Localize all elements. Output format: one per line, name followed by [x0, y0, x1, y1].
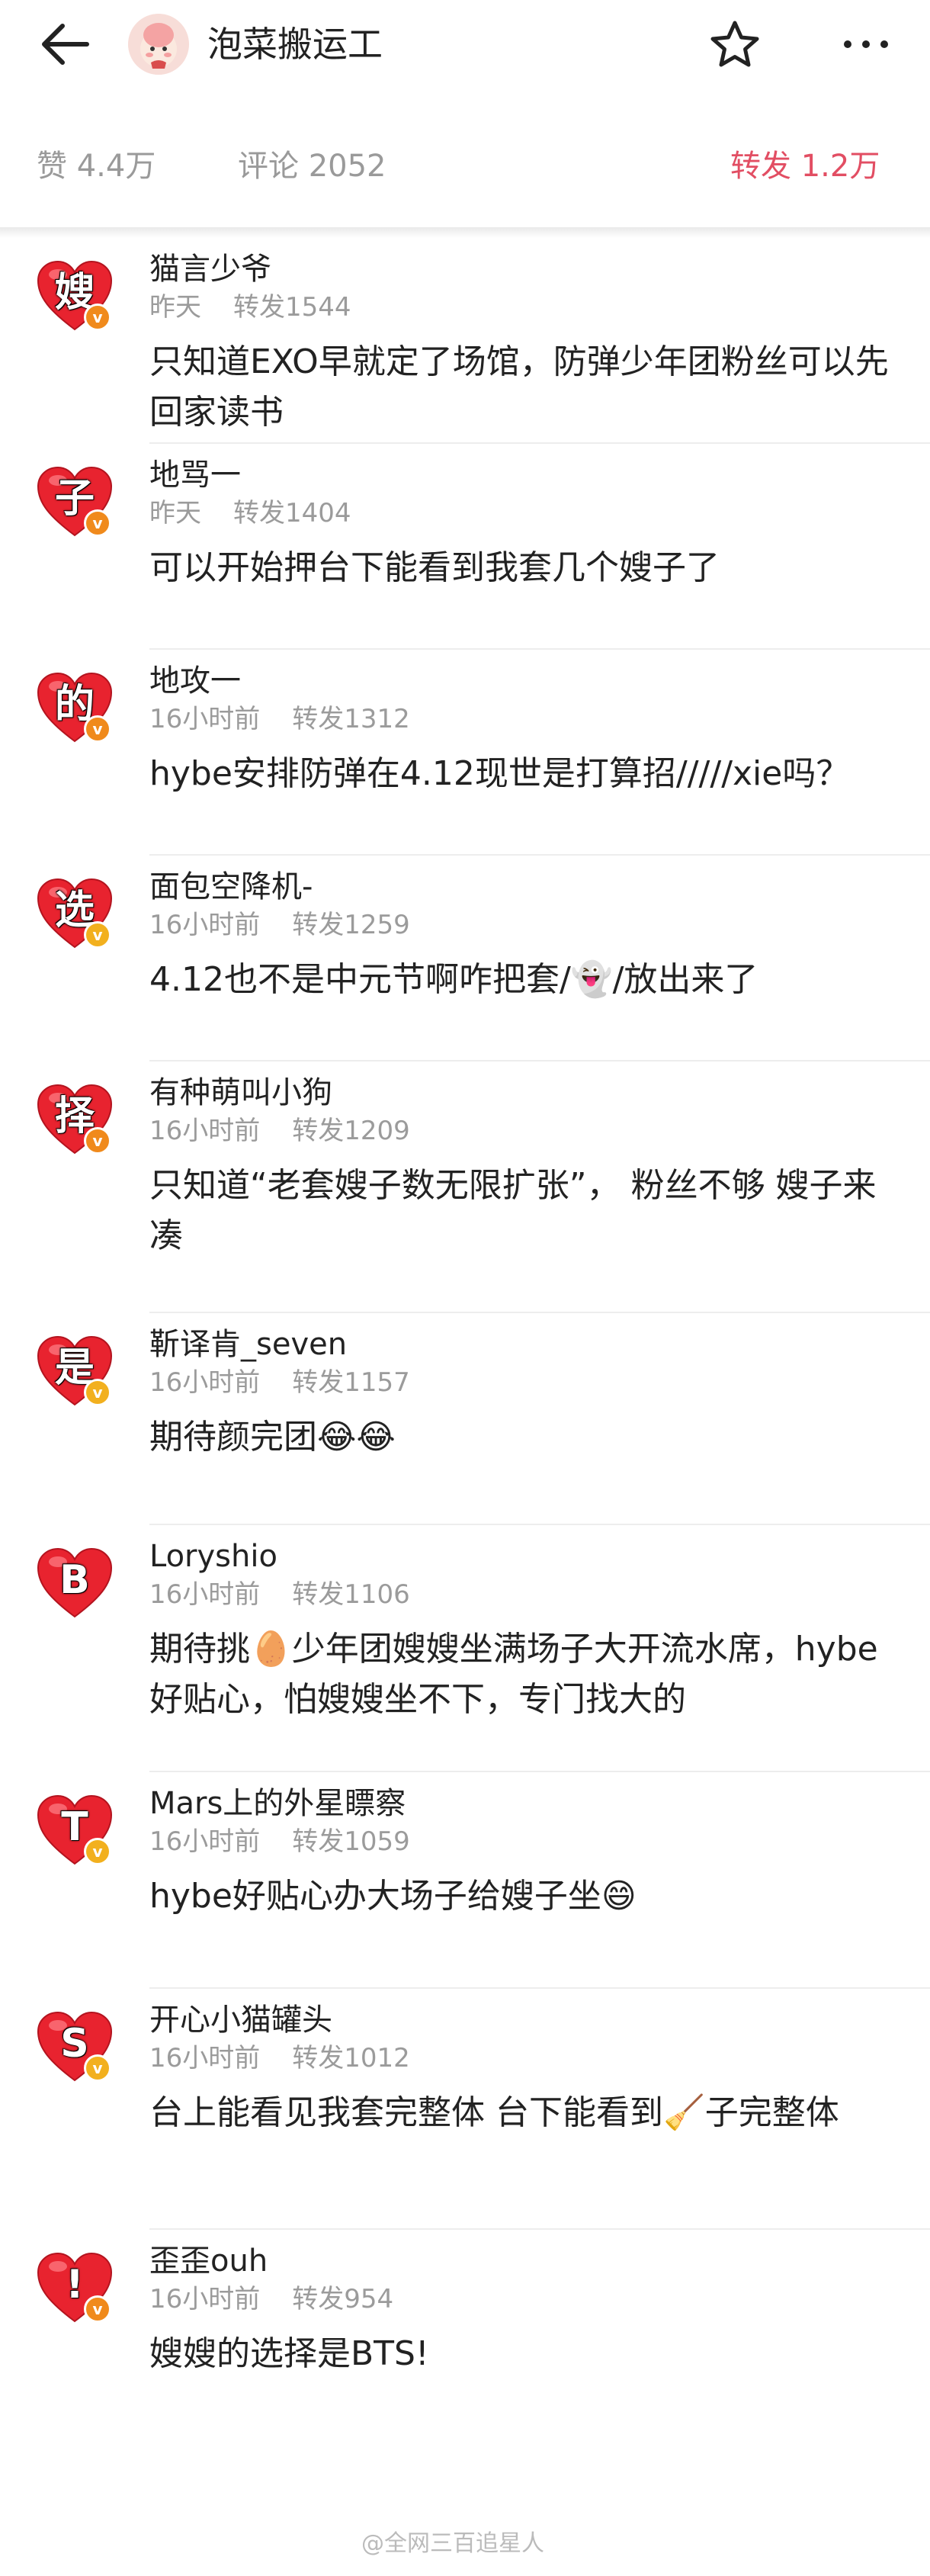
verified-badge-icon: v [84, 2295, 111, 2323]
timestamp: 16小时前 [149, 1826, 261, 1857]
watermark: @全网三百追星人 [361, 2530, 544, 2557]
verified-badge-icon: v [84, 304, 111, 331]
repost-content: hybe安排防弹在4.12现世是打算招/////xie吗？ [149, 754, 850, 793]
arrow-left-icon [42, 24, 89, 65]
verified-badge-icon: v [84, 921, 111, 949]
repost-count: 转发1404 [233, 498, 351, 528]
username[interactable]: Loryshio [149, 1536, 930, 1577]
avatar-initial: B [59, 1557, 90, 1603]
repost-item[interactable]: 的 v 地攻一 16小时前 转发1312 hybe安排防弹在4.12现世是打算招/////… [37, 650, 930, 856]
timestamp: 昨天 [149, 292, 201, 323]
repost-count: 转发1312 [292, 704, 410, 734]
top-bar: 泡菜搬运工 [0, 0, 930, 88]
repost-item[interactable]: 是 v 靳译肯_seven 16小时前 转发1157 期待颜完团😂😂 [37, 1313, 930, 1525]
star-icon [710, 21, 759, 67]
repost-count: 转发1157 [292, 1367, 410, 1398]
repost-meta: 16小时前 转发1209 [149, 1113, 930, 1148]
user-avatar[interactable]: 选v [35, 877, 114, 950]
timestamp: 16小时前 [149, 704, 261, 734]
tab-likes[interactable]: 赞 4.4万 [37, 146, 156, 186]
divider [0, 227, 930, 238]
repost-item[interactable]: 选 v 面包空降机- 16小时前 转发1259 4.12也不是中元节啊咋把套/👻/放出来了 [37, 856, 930, 1062]
more-dots-icon [844, 40, 888, 48]
repost-count: 转发954 [292, 2284, 394, 2314]
repost-meta: 16小时前 转发1059 [149, 1824, 930, 1859]
more-button[interactable] [839, 23, 893, 66]
username[interactable]: 地骂一 [149, 454, 930, 496]
repost-meta: 16小时前 转发1312 [149, 702, 930, 737]
repost-meta: 昨天 转发1404 [149, 496, 930, 531]
timestamp: 16小时前 [149, 2284, 261, 2314]
timestamp: 16小时前 [149, 910, 261, 940]
user-avatar[interactable]: 的v [35, 671, 114, 744]
tab-reposts[interactable]: 转发 1.2万 [730, 146, 880, 186]
repost-list: 嫂 v 猫言少爷 昨天 转发1544 只知道EXO早就定了场馆，防弹少年团粉丝可以先回家读… [0, 238, 930, 2459]
favorite-button[interactable] [707, 17, 762, 72]
repost-meta: 昨天 转发1544 [149, 290, 930, 325]
username[interactable]: 地攻一 [149, 660, 930, 702]
user-avatar[interactable]: B [35, 1547, 114, 1620]
repost-content: hybe好贴心办大场子给嫂子坐😄 [149, 1877, 637, 1916]
repost-count: 转发1259 [292, 910, 410, 940]
user-avatar[interactable]: Tv [35, 1794, 114, 1867]
repost-meta: 16小时前 转发1259 [149, 907, 930, 943]
user-avatar[interactable]: ! v [35, 2251, 114, 2324]
timestamp: 16小时前 [149, 1579, 261, 1610]
repost-content: 只知道“老套嫂子数无限扩张”， 粉丝不够 嫂子来凑 [149, 1166, 877, 1255]
back-button[interactable] [37, 20, 91, 69]
repost-item[interactable]: Sv 开心小猫罐头 16小时前 转发1012 台上能看见我套完整体 台下能看到🧹子完整体 [37, 1989, 930, 2230]
repost-meta: 16小时前 转发1106 [149, 1577, 930, 1612]
repost-content: 嫂嫂的选择是BTS! [149, 2334, 429, 2373]
verified-badge-icon: v [84, 1127, 111, 1155]
repost-count: 转发1544 [233, 292, 351, 323]
repost-content: 4.12也不是中元节啊咋把套/👻/放出来了 [149, 960, 758, 999]
timestamp: 16小时前 [149, 2043, 261, 2073]
repost-content: 期待颜完团😂😂 [149, 1418, 396, 1457]
user-avatar[interactable]: 择v [35, 1083, 114, 1156]
username[interactable]: 靳译肯_seven [149, 1324, 930, 1365]
stats-tabs: 赞 4.4万 评论 2052 转发 1.2万 [0, 128, 930, 204]
username[interactable]: 面包空降机- [149, 866, 930, 907]
repost-content: 期待挑🥚少年团嫂嫂坐满场子大开流水席，hybe好贴心，怕嫂嫂坐不下，专门找大的 [149, 1630, 878, 1719]
repost-item[interactable]: Tv Mars上的外星瞟察 16小时前 转发1059 hybe好贴心办大场子给嫂子坐😄 [37, 1772, 930, 1989]
user-avatar[interactable]: Sv [35, 2010, 114, 2083]
timestamp: 16小时前 [149, 1116, 261, 1146]
username[interactable]: 猫言少爷 [149, 249, 930, 290]
repost-content: 只知道EXO早就定了场馆，防弹少年团粉丝可以先回家读书 [149, 342, 889, 432]
timestamp: 16小时前 [149, 1367, 261, 1398]
repost-count: 转发1209 [292, 1116, 410, 1146]
verified-badge-icon: v [84, 2054, 111, 2082]
page-title: 泡菜搬运工 [207, 24, 383, 65]
repost-item[interactable]: 子 v 地骂一 昨天 转发1404 可以开始押台下能看到我套几个嫂子了 [37, 444, 930, 650]
repost-content: 可以开始押台下能看到我套几个嫂子了 [149, 548, 720, 587]
verified-badge-icon: v [84, 509, 111, 537]
username[interactable]: 歪歪ouh [149, 2240, 930, 2282]
repost-meta: 16小时前 转发954 [149, 2282, 930, 2317]
repost-count: 转发1059 [292, 1826, 410, 1857]
repost-meta: 16小时前 转发1012 [149, 2041, 930, 2076]
repost-count: 转发1012 [292, 2043, 410, 2073]
verified-badge-icon: v [84, 1379, 111, 1406]
verified-badge-icon: v [84, 1838, 111, 1865]
user-avatar[interactable]: 是v [35, 1335, 114, 1408]
repost-item[interactable]: B Loryshio 16小时前 转发1106 期待挑🥚少年团嫂嫂坐满场子大开流水席，h… [37, 1525, 930, 1772]
user-avatar[interactable]: 嫂v [35, 259, 114, 332]
tab-comments[interactable]: 评论 2052 [238, 146, 386, 186]
account-avatar[interactable] [128, 14, 189, 75]
repost-item[interactable]: 择 v 有种萌叫小狗 16小时前 转发1209 只知道“老套嫂子数无限扩张”， 粉丝不够 … [37, 1062, 930, 1313]
timestamp: 昨天 [149, 498, 201, 528]
username[interactable]: Mars上的外星瞟察 [149, 1783, 930, 1824]
repost-item[interactable]: 嫂 v 猫言少爷 昨天 转发1544 只知道EXO早就定了场馆，防弹少年团粉丝可以先回家读… [37, 238, 930, 444]
repost-meta: 16小时前 转发1157 [149, 1365, 930, 1400]
repost-item[interactable]: ! v 歪歪ouh 16小时前 转发954 嫂嫂的选择是BTS! [37, 2230, 930, 2459]
repost-count: 转发1106 [292, 1579, 410, 1610]
verified-badge-icon: v [84, 715, 111, 743]
username[interactable]: 开心小猫罐头 [149, 1999, 930, 2041]
user-avatar[interactable]: 子v [35, 465, 114, 538]
repost-content: 台上能看见我套完整体 台下能看到🧹子完整体 [149, 2093, 839, 2132]
username[interactable]: 有种萌叫小狗 [149, 1072, 930, 1113]
